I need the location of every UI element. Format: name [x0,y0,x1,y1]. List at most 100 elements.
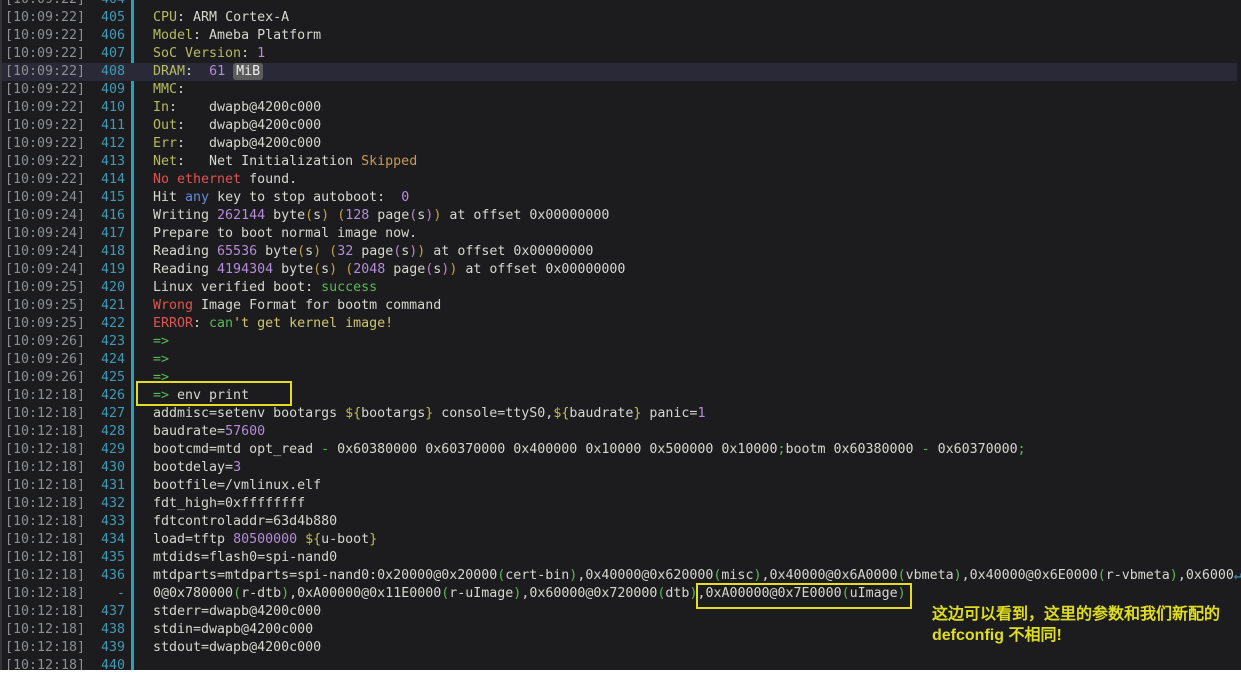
log-token: Hit [153,190,185,205]
timestamp: [10:12:18] [2,657,85,670]
log-token: ) [281,586,289,601]
line-number: 433 [85,513,125,531]
log-token: ${ [345,406,361,421]
log-token: Wrong [153,298,193,313]
timestamp: [10:09:22] [2,135,85,153]
log-token: stdin=dwapb@4200c000 [153,622,313,637]
log-token: : Net Initialization [177,154,361,169]
log-line-text: bootdelay=3 [125,459,241,477]
line-number: 426 [85,387,125,405]
log-token: Err [153,136,177,151]
log-token: : dwapb@4200c000 [169,100,321,115]
serial-log-viewer[interactable]: [10:09:22]404[10:09:22]405CPU: ARM Corte… [0,0,1241,670]
log-line: [10:12:18]436mtdparts=mtdparts=spi-nand0… [2,567,1241,585]
timestamp: [10:12:18] [2,639,85,657]
timestamp: [10:09:22] [2,63,85,81]
log-token: ,0x40000@0x6E0000 [962,568,1098,583]
log-token: 32 [337,244,353,259]
log-line: [10:09:25]422ERROR: can't get kernel ima… [2,315,1241,333]
log-line: [10:09:24]419Reading 4194304 byte(s) (20… [2,261,1241,279]
log-token: ) [321,208,329,223]
log-token: : dwapb@4200c000 [177,118,321,133]
log-token: bootfile=/vmlinux.elf [153,478,321,493]
log-token: => [153,334,169,349]
timestamp: [10:09:22] [2,153,85,171]
log-token: byte [257,244,297,259]
log-token: 61 [209,64,225,79]
log-token: bootm 0x60380000 [785,442,921,457]
log-token: page [369,208,409,223]
log-line-text: stderr=dwapb@4200c000 [125,603,321,621]
line-number: 421 [85,297,125,315]
log-line-text: Reading 4194304 byte(s) (2048 page(s)) a… [125,261,625,279]
timestamp: [10:12:18] [2,441,85,459]
log-line: [10:12:18]426=> env print [2,387,1241,405]
log-token [337,262,345,277]
log-token: ; [1018,442,1026,457]
log-token: stderr=dwapb@4200c000 [153,604,321,619]
log-token: r-uImage [449,586,513,601]
log-token: } [369,532,377,547]
log-token: cert-bin [505,568,569,583]
timestamp: [10:09:26] [2,333,85,351]
timestamp: [10:09:22] [2,27,85,45]
log-token: ) [898,586,906,601]
log-line-text: ERROR: can't get kernel image! [125,315,393,333]
line-number: 431 [85,477,125,495]
log-token: u-boot [321,532,369,547]
log-token [297,532,305,547]
timestamp: [10:09:24] [2,189,85,207]
timestamp: [10:12:18] [2,603,85,621]
timestamp: [10:12:18] [2,621,85,639]
log-token: console=ttyS0, [433,406,553,421]
log-token: bootargs [361,406,425,421]
log-line: [10:12:18]434load=tftp 80500000 ${u-boot… [2,531,1241,549]
log-line-text: Linux verified boot: success [125,279,377,297]
log-line-text: Err: dwapb@4200c000 [125,135,321,153]
log-token: key to stop autoboot: [209,190,401,205]
log-token [321,244,329,259]
log-token: - [922,442,930,457]
log-token: 128 [345,208,369,223]
log-line-text [125,0,153,9]
log-line: [10:09:24]417Prepare to boot normal imag… [2,225,1241,243]
line-wrap-icon: ↵ [1234,568,1241,583]
log-line-text: MMC: [125,81,185,99]
log-token: mtdids=flash0=spi-nand0 [153,550,337,565]
log-line: [10:09:25]421Wrong Image Format for boot… [2,297,1241,315]
search-match-highlight: MiB [233,63,263,80]
timestamp: [10:09:22] [2,171,85,189]
line-number: 432 [85,495,125,513]
log-token [225,64,233,79]
log-token: vbmeta [906,568,954,583]
log-token: ,0xA00000@0x11E0000 [289,586,441,601]
log-line: [10:09:26]423=> [2,333,1241,351]
annotation-note-line1: 这边可以看到，这里的参数和我们新配的 [932,604,1232,625]
log-token: ( [305,208,313,223]
log-token: 't get kernel image! [233,316,393,331]
log-line-text: CPU: ARM Cortex-A [125,9,289,27]
log-line-text: bootfile=/vmlinux.elf [125,477,321,495]
log-token: SoC Version [153,46,241,61]
line-number: 411 [85,117,125,135]
log-rows: [10:09:22]404[10:09:22]405CPU: ARM Corte… [2,0,1241,670]
log-line: [10:09:22]411Out: dwapb@4200c000 [2,117,1241,135]
log-token: 3 [233,460,241,475]
log-line: [10:09:24]416Writing 262144 byte(s) (128… [2,207,1241,225]
log-line-text: No ethernet found. [125,171,297,189]
timestamp: [10:09:22] [2,81,85,99]
log-token: Model [153,28,193,43]
log-line-text: DRAM: 61 MiB [125,63,260,81]
log-token: CPU [153,10,177,25]
log-line-text: Model: Ameba Platform [125,27,321,45]
log-token: => [153,352,169,367]
log-line: [10:12:18]440 [2,657,1241,670]
timestamp: [10:12:18] [2,405,85,423]
log-line: [10:09:22]406Model: Ameba Platform [2,27,1241,45]
line-number: 409 [85,81,125,99]
log-token: ) [1170,568,1178,583]
log-token: page [385,262,425,277]
log-token: DRAM [153,64,185,79]
log-line-text [125,657,153,670]
timestamp: [10:09:24] [2,243,85,261]
